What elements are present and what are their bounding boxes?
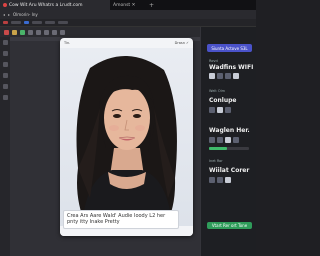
design-card[interactable]: Tin. Drasn ✓ Crea Ars Aare Wald' Audie I… [60, 38, 193, 236]
thumbnail-row [209, 137, 239, 143]
crop-tool-icon[interactable] [2, 62, 8, 67]
start-export-button[interactable]: Vtart Rer ort Tone [207, 222, 252, 229]
thumbnail-row [209, 107, 231, 113]
bookmarks-bar [0, 19, 256, 27]
thumbnail-item[interactable] [217, 177, 223, 183]
thumbnail-item[interactable] [217, 137, 223, 143]
tool-icon[interactable] [44, 29, 49, 35]
thumbnail-item[interactable] [217, 107, 223, 113]
tab-second[interactable]: Amonst ✕ [110, 0, 146, 10]
portrait-photo[interactable] [60, 48, 193, 226]
card-header: Tin. Drasn ✓ [60, 38, 193, 48]
thumbnail-row [209, 73, 239, 79]
thumbnail-item[interactable] [225, 137, 231, 143]
bookmark-icon[interactable] [24, 21, 29, 24]
tab-active[interactable]: Cow Wit Aru Whatrs a Lrudt.com [0, 0, 110, 10]
address-text: Olmorin- Iny [13, 12, 38, 17]
thumbnail-row [209, 177, 231, 183]
section-title: Wadfins WIFI [209, 64, 254, 71]
primary-action-label: Siunta Actove S3L [211, 45, 248, 51]
section-title: Waglen Her. [209, 127, 250, 134]
forward-arrow-icon[interactable]: ▸ [8, 12, 10, 17]
address-bar[interactable]: ◂ ▸ Olmorin- Iny [0, 10, 256, 19]
thumbnail-item[interactable] [233, 73, 239, 79]
caption-text-box[interactable]: Crea Ars Aare Wald' Audie Ioody L2 her p… [63, 210, 179, 229]
start-export-label: Vtart Rer ort Tone [211, 223, 248, 228]
text-tool-icon[interactable] [2, 84, 8, 89]
progress-bar-fill [209, 147, 227, 150]
primary-action-button[interactable]: Siunta Actove S3L [207, 44, 252, 52]
new-tab-icon[interactable]: + [146, 2, 157, 9]
section-title: Conlupe [209, 97, 237, 104]
browser-tab-bar: Cow Wit Aru Whatrs a Lrudt.com Amonst ✕ … [0, 0, 256, 10]
progress-bar[interactable] [209, 147, 249, 150]
tool-icon[interactable] [20, 29, 25, 35]
section-label: Rovd [209, 59, 218, 63]
thumbnail-item[interactable] [209, 73, 215, 79]
card-header-right: Drasn ✓ [174, 41, 189, 45]
section-label: Inet Ror [209, 159, 223, 163]
section-label: Welt Olm [209, 89, 226, 93]
tool-icon[interactable] [4, 29, 9, 35]
section-title: Wiilat Corer [209, 167, 250, 174]
right-panel: Siunta Actove S3L Rovd Wadfins WIFI Welt… [200, 27, 256, 256]
shape-tool-icon[interactable] [2, 95, 8, 100]
tool-icon[interactable] [28, 29, 33, 35]
tool-icon[interactable] [60, 29, 65, 35]
card-footer [60, 228, 193, 236]
move-tool-icon[interactable] [2, 40, 8, 45]
thumbnail-item[interactable] [233, 137, 239, 143]
favicon-icon [3, 3, 7, 7]
thumbnail-item[interactable] [209, 137, 215, 143]
thumbnail-item[interactable] [209, 107, 215, 113]
thumbnail-item[interactable] [217, 73, 223, 79]
thumbnail-item[interactable] [225, 177, 231, 183]
tab-label: Cow Wit Aru Whatrs a Lrudt.com [9, 2, 83, 8]
thumbnail-item[interactable] [209, 177, 215, 183]
tool-icon[interactable] [52, 29, 57, 35]
bookmark-item[interactable] [11, 21, 21, 24]
bookmark-item[interactable] [45, 21, 55, 24]
tab-label: Amonst ✕ [113, 2, 136, 8]
select-tool-icon[interactable] [2, 51, 8, 56]
thumbnail-item[interactable] [225, 107, 231, 113]
tool-icon[interactable] [12, 29, 17, 35]
tool-icon[interactable] [36, 29, 41, 35]
caption-text: Crea Ars Aare Wald' Audie Ioody L2 her p… [67, 213, 166, 225]
thumbnail-item[interactable] [225, 73, 231, 79]
bookmark-icon[interactable] [3, 21, 8, 24]
brush-tool-icon[interactable] [2, 73, 8, 78]
editor-toolbar [0, 27, 200, 37]
bookmark-item[interactable] [32, 21, 42, 24]
back-arrow-icon[interactable]: ◂ [3, 12, 5, 17]
bookmark-item[interactable] [58, 21, 68, 24]
left-tool-rail [0, 37, 10, 256]
card-header-left: Tin. [64, 41, 71, 45]
portrait-illustration [76, 55, 177, 226]
